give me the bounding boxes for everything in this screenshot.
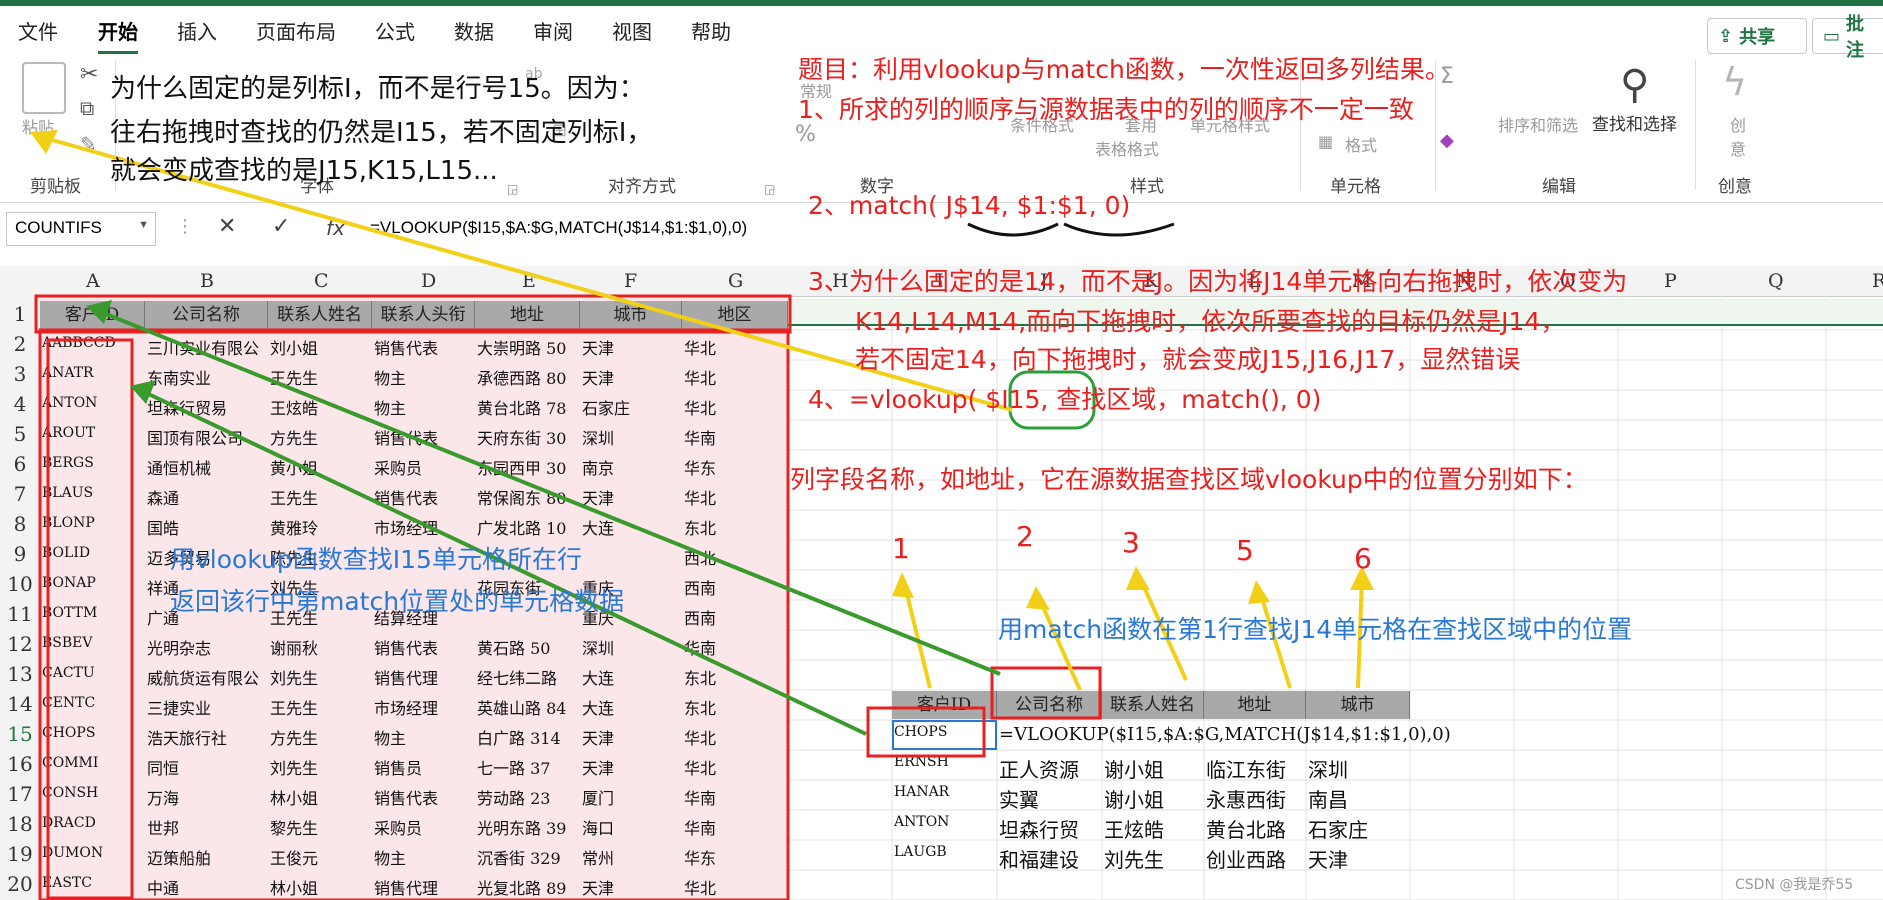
- position-number: 2: [1016, 520, 1034, 553]
- annotation-text: 若不固定14，向下拖拽时，就会变成J15,J16,J17，显然错误: [855, 345, 1521, 374]
- position-number: 1: [892, 532, 910, 565]
- arrowhead-icon: [1026, 586, 1050, 610]
- annotation-text: K14,L14,M14,而向下拖拽时，依次所要查找的目标仍然是J14，: [855, 307, 1566, 336]
- annotation-text: 2、match( J$14, $1:$1, 0): [808, 191, 1131, 220]
- annotation-text: 为什么固定的是列标I，而不是行号15。因为：: [110, 74, 645, 104]
- arrowhead-icon: [1126, 566, 1150, 590]
- annotation-text: 用vlookup函数查找I15单元格所在行: [170, 545, 582, 574]
- annotation-title: 题目：利用vlookup与match函数，一次性返回多列结果。: [798, 55, 1450, 84]
- position-number: 3: [1122, 526, 1140, 559]
- position-number: 5: [1236, 534, 1254, 567]
- annotation-text: 1、所求的列的顺序与源数据表中的列的顺序不一定一致: [798, 95, 1414, 124]
- match-target-box: [990, 666, 1102, 720]
- arrowhead-icon: [86, 300, 112, 324]
- annotation-text: 返回该行中第match位置处的单元格数据: [170, 587, 625, 616]
- arrowhead-icon: [892, 572, 914, 598]
- annotation-text: 用match函数在第1行查找J14单元格在查找区域中的位置: [998, 615, 1633, 644]
- annotation-text: 列字段名称，如地址，它在源数据查找区域vlookup中的位置分别如下：: [790, 465, 1588, 494]
- lookup-cell-box: [866, 706, 986, 758]
- arrowhead-icon: [1248, 580, 1270, 604]
- annotation-text: 往右拖拽时查找的仍然是I15，若不固定列标I，: [110, 118, 653, 148]
- underline: [1063, 222, 1175, 237]
- arrowhead-icon: [130, 380, 156, 404]
- watermark: CSDN @我是乔55: [1735, 877, 1854, 893]
- annotation-text: 4、=vlookup( $I15, 查找区域，match(), 0): [808, 385, 1322, 414]
- id-column-box: [46, 338, 134, 900]
- position-number: 6: [1354, 542, 1372, 575]
- annotation-text: 3、为什么固定的是14，而不是J。因为将J14单元格向右拖拽时，依次变为: [808, 267, 1628, 296]
- underline: [967, 222, 1059, 237]
- annotation-text: 就会变成查找的是J15,K15,L15...: [110, 156, 498, 186]
